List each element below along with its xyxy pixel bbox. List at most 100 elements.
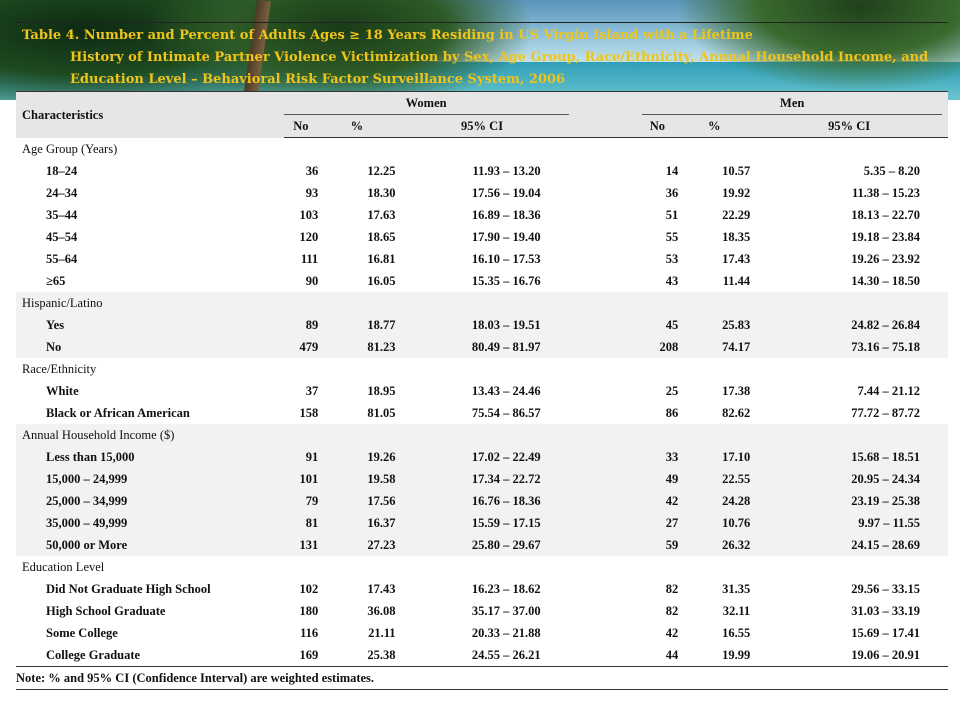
spacer-cell [568, 490, 637, 512]
group-label: Hispanic/Latino [16, 292, 948, 314]
row-label: ≥65 [46, 274, 66, 288]
women-pct-cell: 16.37 [318, 512, 396, 534]
spacer-cell [569, 644, 637, 667]
men-pct-cell: 26.32 [678, 534, 751, 556]
men-pct-cell: 22.29 [722, 208, 751, 222]
table-row: College Graduate 169 25.38 24.55 – 26.21 44 1… [16, 644, 948, 667]
men-ci-cell: 23.19 – 25.38 [750, 490, 948, 512]
spacer-cell [569, 182, 637, 204]
men-no-cell: 33 [636, 446, 679, 468]
women-no-cell: 101 [283, 468, 319, 490]
spacer-cell [569, 248, 637, 270]
women-ci-cell: 16.10 – 17.53 [471, 252, 541, 266]
men-pct-cell: 17.10 [678, 446, 751, 468]
women-ci-cell: 17.34 – 22.72 [395, 468, 569, 490]
women-ci-cell: 16.76 – 18.36 [395, 490, 569, 512]
women-no-cell: 103 [299, 208, 319, 222]
row-label: Some College [46, 626, 118, 640]
women-no-cell: 120 [299, 230, 319, 244]
men-no-cell: 25 [665, 384, 679, 398]
top-rule [16, 22, 948, 23]
men-ci-cell: 7.44 – 21.12 [857, 384, 921, 398]
spacer-cell [568, 512, 637, 534]
title-line-2: History of Intimate Partner Violence Vic… [70, 50, 929, 65]
men-header: Men [642, 92, 943, 115]
women-pct-cell: 25.38 [367, 648, 396, 662]
men-no-cell: 45 [636, 314, 679, 336]
row-label: High School Graduate [46, 604, 166, 618]
header-row-1: Characteristics Women Men [16, 91, 948, 138]
men-pct-cell: 18.35 [722, 230, 751, 244]
table-row: Black or African American 158 81.05 75.54 –… [16, 402, 948, 424]
men-pct-cell: 10.76 [678, 512, 751, 534]
row-label: Yes [16, 314, 284, 336]
men-ci-cell: 31.03 – 33.19 [851, 604, 920, 618]
men-ci-cell: 19.06 – 20.91 [851, 648, 920, 662]
men-ci-cell: 29.56 – 33.15 [851, 582, 920, 596]
row-label: White [46, 384, 79, 398]
women-ci-cell: 80.49 – 81.97 [395, 336, 569, 358]
women-pct-cell: 18.77 [318, 314, 396, 336]
row-label: Black or African American [46, 406, 190, 420]
note-row: Note: % and 95% CI (Confidence Interval)… [16, 666, 948, 690]
women-ci-cell: 16.23 – 18.62 [471, 582, 541, 596]
women-no-cell: 169 [299, 648, 319, 662]
men-no-header: No [636, 115, 679, 138]
men-no-cell: 43 [665, 274, 679, 288]
women-ci-cell: 24.55 – 26.21 [471, 648, 541, 662]
spacer-cell [569, 226, 637, 248]
table-row: 24–34 93 18.30 17.56 – 19.04 36 19.92 11.38 – … [16, 182, 948, 204]
men-pct-cell: 82.62 [722, 406, 751, 420]
women-ci-cell: 75.54 – 86.57 [471, 406, 541, 420]
men-pct-cell: 24.28 [678, 490, 751, 512]
table-row: Yes 89 18.77 18.03 – 19.51 45 25.83 24.82 – 26… [16, 314, 948, 336]
men-no-cell: 55 [665, 230, 679, 244]
row-label: College Graduate [46, 648, 141, 662]
women-no-cell: 131 [283, 534, 319, 556]
group-label: Education Level [22, 560, 105, 574]
women-pct-cell: 19.58 [318, 468, 396, 490]
table-row: 35,000 – 49,999 81 16.37 15.59 – 17.15 27 10.… [16, 512, 948, 534]
women-no-cell: 90 [305, 274, 319, 288]
women-pct-cell: 16.81 [367, 252, 396, 266]
women-ci-cell: 15.35 – 16.76 [471, 274, 541, 288]
group-header-row: Hispanic/Latino [16, 292, 948, 314]
row-label: 45–54 [46, 230, 78, 244]
women-no-cell: 93 [305, 186, 319, 200]
women-no-cell: 479 [283, 336, 319, 358]
men-no-cell: 44 [665, 648, 679, 662]
women-ci-cell: 11.93 – 13.20 [472, 164, 541, 178]
women-pct-cell: 17.43 [367, 582, 396, 596]
row-label: 18–24 [46, 164, 78, 178]
women-pct-cell: 27.23 [318, 534, 396, 556]
women-no-cell: 89 [283, 314, 319, 336]
table-body: Age Group (Years) 18–24 36 12.25 11.93 – 13.… [16, 138, 948, 667]
women-pct-cell: 36.08 [367, 604, 396, 618]
spacer-cell [569, 270, 637, 292]
men-ci-header: 95% CI [750, 115, 948, 138]
men-ci-cell: 11.38 – 15.23 [851, 186, 920, 200]
row-label: 24–34 [46, 186, 78, 200]
table-row: ≥65 90 16.05 15.35 – 16.76 43 11.44 14.30 – 18… [16, 270, 948, 292]
women-ci-cell: 17.56 – 19.04 [471, 186, 541, 200]
women-pct-cell: 18.95 [367, 384, 396, 398]
title-line-3: Education Level – Behavioral Risk Factor… [70, 72, 566, 87]
spacer-cell [568, 446, 637, 468]
women-no-cell: 158 [299, 406, 319, 420]
women-no-cell: 36 [305, 164, 319, 178]
table-row: 25,000 – 34,999 79 17.56 16.76 – 18.36 42 24.… [16, 490, 948, 512]
women-ci-cell: 15.59 – 17.15 [395, 512, 569, 534]
men-ci-cell: 5.35 – 8.20 [863, 164, 920, 178]
men-no-cell: 36 [665, 186, 679, 200]
row-label: Less than 15,000 [16, 446, 284, 468]
women-pct-cell: 12.25 [367, 164, 396, 178]
women-pct-cell: 17.63 [367, 208, 396, 222]
characteristics-header: Characteristics [16, 91, 284, 138]
row-label: 15,000 – 24,999 [16, 468, 284, 490]
women-ci-cell: 25.80 – 29.67 [395, 534, 569, 556]
men-ci-cell: 15.69 – 17.41 [851, 626, 920, 640]
men-no-cell: 42 [665, 626, 679, 640]
women-ci-cell: 35.17 – 37.00 [471, 604, 541, 618]
women-ci-cell: 16.89 – 18.36 [471, 208, 541, 222]
table-row: White 37 18.95 13.43 – 24.46 25 17.38 7.44 – 2… [16, 380, 948, 402]
